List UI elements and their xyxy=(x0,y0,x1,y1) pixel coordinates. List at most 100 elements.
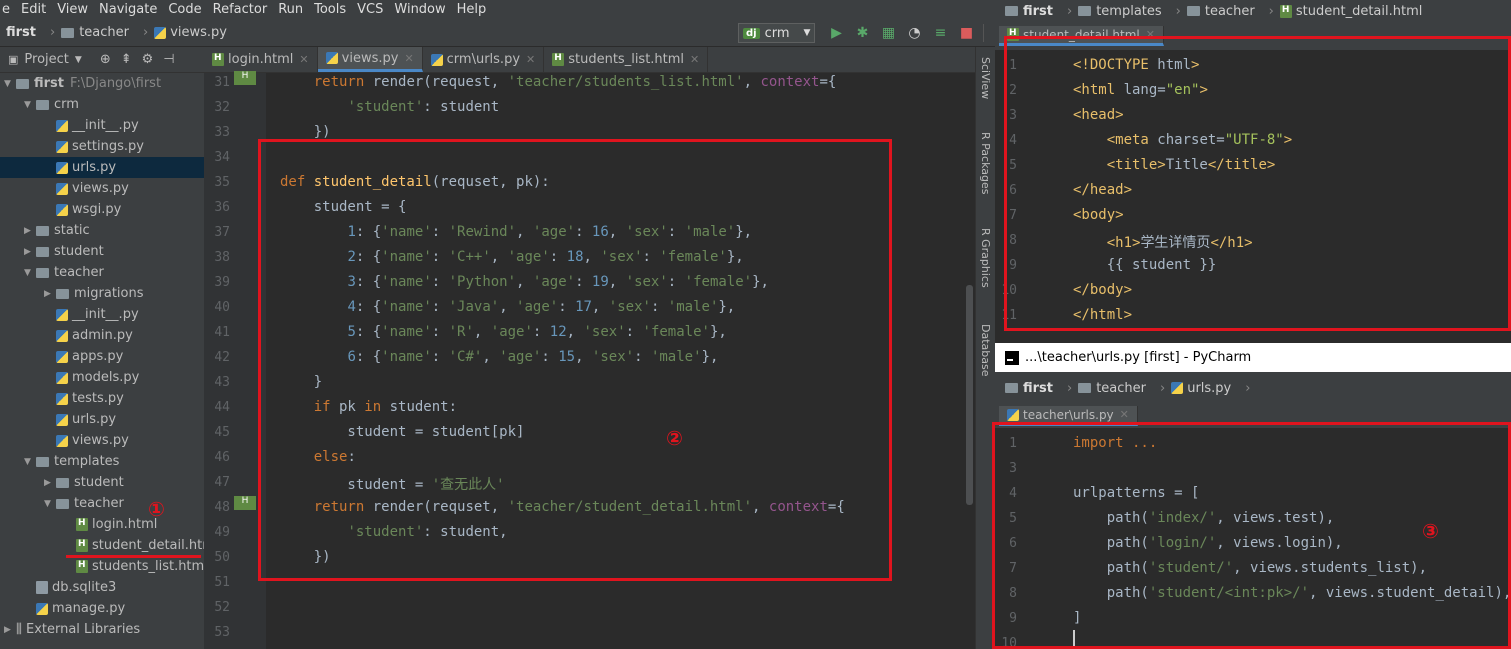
tree-item[interactable]: manage.py xyxy=(0,598,125,619)
chevron-down-icon[interactable]: ▼ xyxy=(24,457,36,467)
tree-item[interactable]: models.py xyxy=(0,367,139,388)
editor-tab[interactable]: login.html ✕ xyxy=(204,47,318,72)
tool-window-sciview[interactable]: SciView xyxy=(979,57,992,99)
tree-item-label: teacher xyxy=(54,265,104,280)
close-icon[interactable]: ✕ xyxy=(299,53,308,66)
editor-scrollbar[interactable] xyxy=(965,73,975,649)
tree-item[interactable]: student_detail.html xyxy=(0,535,204,556)
tree-item[interactable]: tests.py xyxy=(0,388,124,409)
code-line: }) xyxy=(280,124,331,140)
tree-item[interactable]: urls.py xyxy=(0,409,116,430)
tree-item[interactable]: __init__.py xyxy=(0,304,139,325)
chevron-right-icon[interactable]: ▶ xyxy=(24,226,36,236)
python-file-icon xyxy=(56,182,68,195)
tree-item[interactable]: ▶ student xyxy=(0,472,124,493)
chevron-down-icon[interactable]: ▼ xyxy=(44,499,56,509)
folder-icon xyxy=(56,288,69,299)
coverage-icon[interactable]: ▦ xyxy=(880,25,896,41)
concurrency-icon[interactable]: ≡ xyxy=(932,25,948,41)
window-title: ...\teacher\urls.py [first] - PyCharm xyxy=(1025,350,1252,365)
stop-icon[interactable]: ■ xyxy=(958,25,974,41)
chevron-right-icon[interactable]: ▶ xyxy=(44,478,56,488)
menu-item-6[interactable]: Run xyxy=(278,2,303,17)
chevron-down-icon[interactable]: ▼ xyxy=(4,79,16,89)
collapse-icon[interactable]: ⇞ xyxy=(121,52,132,67)
html-gutter-icon[interactable]: H xyxy=(234,496,256,510)
run-icon[interactable]: ▶ xyxy=(828,25,844,41)
tree-item-label: External Libraries xyxy=(25,622,141,637)
tree-item[interactable]: views.py xyxy=(0,430,129,451)
menu-item-2[interactable]: View xyxy=(57,2,88,17)
debug-icon[interactable]: ✱ xyxy=(854,25,870,41)
project-tree: ▼ first F:\Django\first ▼ crm __init__.py sett… xyxy=(0,73,204,649)
menu-item-1[interactable]: Edit xyxy=(21,2,46,17)
html-gutter-icon[interactable]: H xyxy=(234,71,256,85)
close-icon[interactable]: ✕ xyxy=(1120,408,1129,421)
editor-tab[interactable]: students_list.html ✕ xyxy=(544,47,709,72)
project-view-select[interactable]: Project xyxy=(24,52,68,67)
tool-window-r-packages[interactable]: R Packages xyxy=(979,132,992,194)
tree-item[interactable]: ▼ templates xyxy=(0,451,119,472)
tree-item[interactable]: db.sqlite3 xyxy=(0,577,116,598)
chevron-down-icon[interactable]: ▼ xyxy=(24,100,36,110)
run-config-select[interactable]: dj crm ▼ xyxy=(738,23,816,43)
tree-item[interactable]: ▼ teacher xyxy=(0,493,124,514)
tree-item[interactable]: __init__.py xyxy=(0,115,139,136)
menu-item-0[interactable]: e xyxy=(2,2,10,17)
python-file-icon xyxy=(56,434,68,447)
editor-tab[interactable]: views.py ✕ xyxy=(317,47,423,72)
menu-item-4[interactable]: Code xyxy=(168,2,201,17)
tree-item[interactable]: ▶ static xyxy=(0,220,90,241)
tree-item[interactable]: wsgi.py xyxy=(0,199,121,220)
profile-icon[interactable]: ◔ xyxy=(906,25,922,41)
tree-item-label: first xyxy=(34,76,64,91)
tree-item[interactable]: settings.py xyxy=(0,136,144,157)
tree-item[interactable]: ▶ ⫼ External Libraries xyxy=(0,619,140,640)
close-icon[interactable]: ✕ xyxy=(690,53,699,66)
line-number: 47 xyxy=(214,475,230,490)
menu-item-7[interactable]: Tools xyxy=(314,2,346,17)
menu-item-10[interactable]: Help xyxy=(457,2,487,17)
tree-item[interactable]: ▼ crm xyxy=(0,94,79,115)
pycharm-icon xyxy=(1005,350,1019,365)
tool-window-database[interactable]: Database xyxy=(979,324,992,377)
locate-icon[interactable]: ⊕ xyxy=(100,52,111,67)
line-number: 41 xyxy=(214,325,230,340)
close-icon[interactable]: ✕ xyxy=(404,52,413,65)
tree-item[interactable]: views.py xyxy=(0,178,129,199)
python-file-icon xyxy=(36,602,48,615)
hide-icon[interactable]: ⊣ xyxy=(163,52,174,67)
chevron-right-icon[interactable]: ▶ xyxy=(4,625,16,635)
tree-item[interactable]: admin.py xyxy=(0,325,133,346)
tree-item[interactable]: ▶ student xyxy=(0,241,104,262)
folder-icon xyxy=(1078,383,1092,393)
tree-item[interactable]: ▼ first F:\Django\first xyxy=(0,73,161,94)
python-file-icon xyxy=(56,203,68,216)
tree-item[interactable]: ▶ migrations xyxy=(0,283,144,304)
breadcrumb-folder[interactable]: teacher xyxy=(61,25,129,40)
line-number: 52 xyxy=(214,600,230,615)
chevron-down-icon[interactable]: ▼ xyxy=(24,268,36,278)
breadcrumb-file[interactable]: views.py xyxy=(154,25,227,40)
gear-icon[interactable]: ⚙ xyxy=(142,52,154,67)
python-file-icon xyxy=(430,53,443,66)
menu-item-8[interactable]: VCS xyxy=(357,2,383,17)
annotation-marker-3: ③ xyxy=(1422,519,1439,543)
tree-item[interactable]: students_list.html xyxy=(0,556,204,577)
tree-item[interactable]: urls.py xyxy=(0,157,204,178)
chevron-right-icon[interactable]: ▶ xyxy=(24,247,36,257)
tree-item[interactable]: ▼ teacher xyxy=(0,262,104,283)
menu-item-3[interactable]: Navigate xyxy=(99,2,157,17)
editor-tab[interactable]: crm\urls.py ✕ xyxy=(423,47,545,72)
editor-gutter: 31 32 33 34 35 36 37 38 39 40 41 42 43 44 45 46 47 48 49 50… xyxy=(204,71,277,649)
tool-window-r-graphics[interactable]: R Graphics xyxy=(979,228,992,288)
tree-item-label: urls.py xyxy=(72,160,117,175)
menu-item-9[interactable]: Window xyxy=(394,2,445,17)
menu-item-5[interactable]: Refactor xyxy=(213,2,268,17)
chevron-right-icon[interactable]: ▶ xyxy=(44,289,56,299)
tree-item[interactable]: apps.py xyxy=(0,346,123,367)
line-number: 48 xyxy=(214,500,230,515)
close-icon[interactable]: ✕ xyxy=(526,53,535,66)
breadcrumb-project[interactable]: first xyxy=(6,25,36,40)
tree-item[interactable]: login.html xyxy=(0,514,157,535)
